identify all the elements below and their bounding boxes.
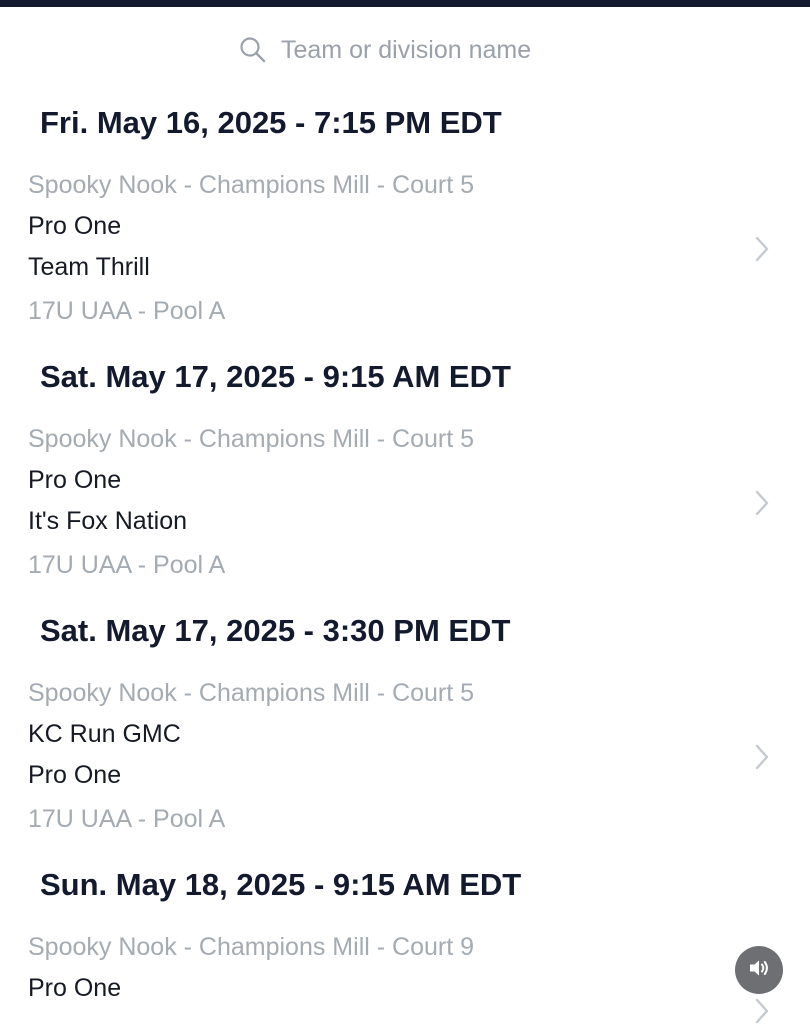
speaker-icon [746,955,772,986]
game-team-1: Pro One [28,466,122,494]
game-division: 17U UAA - Pool A [28,551,226,579]
game-venue: Spooky Nook - Champions Mill - Court 5 [28,425,474,453]
chevron-right-icon [752,488,772,518]
game-date-heading: Sun. May 18, 2025 - 9:15 AM EDT [40,867,522,902]
game-team-1: KC Run GMC [28,720,181,748]
chevron-right-icon [752,996,772,1024]
game-list-item[interactable]: Spooky Nook - Champions Mill - Court 5 K… [0,676,810,844]
game-team-1: Pro One [28,212,122,240]
game-list-item[interactable]: Spooky Nook - Champions Mill - Court 9 P… [0,930,810,1024]
game-team-2: Team Thrill [28,253,150,281]
game-date-heading: Sat. May 17, 2025 - 9:15 AM EDT [40,359,511,394]
game-division: 17U UAA - Pool A [28,805,226,833]
game-venue: Spooky Nook - Champions Mill - Court 9 [28,933,474,961]
game-venue: Spooky Nook - Champions Mill - Court 5 [28,679,474,707]
game-team-2: Pro One [28,761,122,789]
game-team-1: Pro One [28,974,122,1002]
game-date-heading: Fri. May 16, 2025 - 7:15 PM EDT [40,105,502,140]
game-venue: Spooky Nook - Champions Mill - Court 5 [28,171,474,199]
chevron-right-icon [752,234,772,264]
search-icon [239,36,267,64]
game-division: 17U UAA - Pool A [28,297,226,325]
chevron-right-icon [752,742,772,772]
search-bar[interactable] [0,30,810,70]
top-status-bar [0,0,810,7]
game-team-2: It's Fox Nation [28,507,187,535]
search-input[interactable] [281,35,571,65]
game-list-item[interactable]: Spooky Nook - Champions Mill - Court 5 P… [0,168,810,336]
game-date-heading: Sat. May 17, 2025 - 3:30 PM EDT [40,613,511,648]
sound-toggle-button[interactable] [735,946,783,994]
game-list-item[interactable]: Spooky Nook - Champions Mill - Court 5 P… [0,422,810,590]
